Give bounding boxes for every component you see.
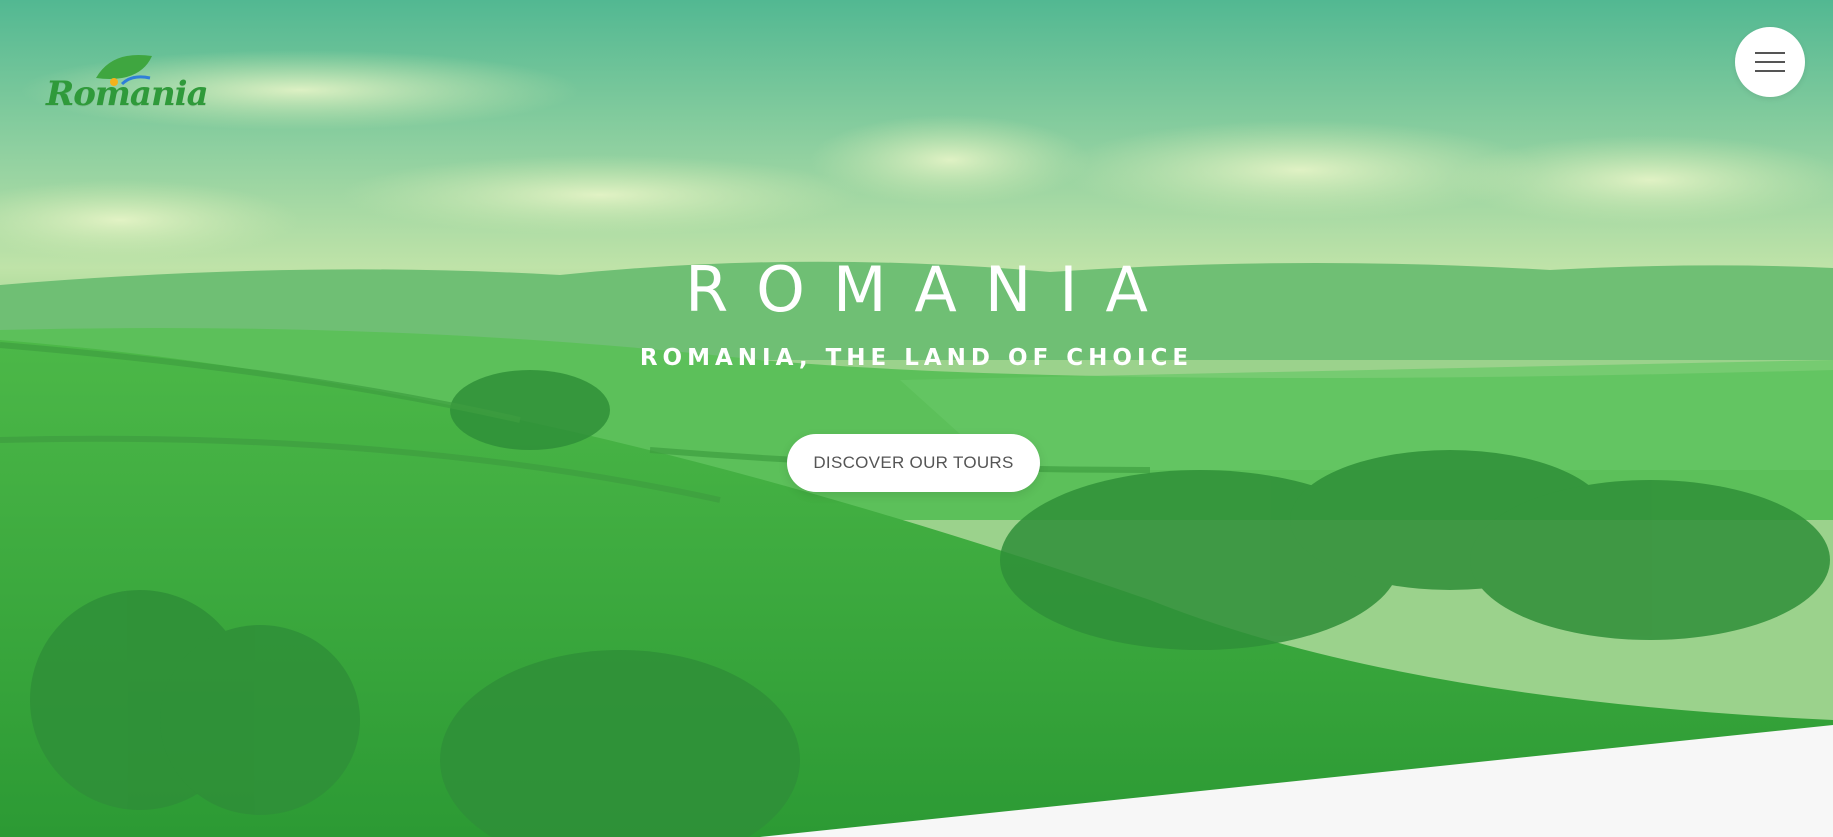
hero-section: Romania ROMANIA ROMANIA, THE LAND OF CHO… <box>0 0 1833 837</box>
logo-text: Romania <box>46 74 209 114</box>
hero-subtitle: ROMANIA, THE LAND OF CHOICE <box>639 345 1194 371</box>
hero-background-image <box>0 0 1833 837</box>
menu-button[interactable] <box>1735 27 1805 97</box>
discover-tours-button[interactable]: DISCOVER OUR TOURS <box>787 434 1040 492</box>
romania-logo[interactable]: Romania <box>44 48 209 126</box>
hero-title: ROMANIA <box>685 253 1176 326</box>
